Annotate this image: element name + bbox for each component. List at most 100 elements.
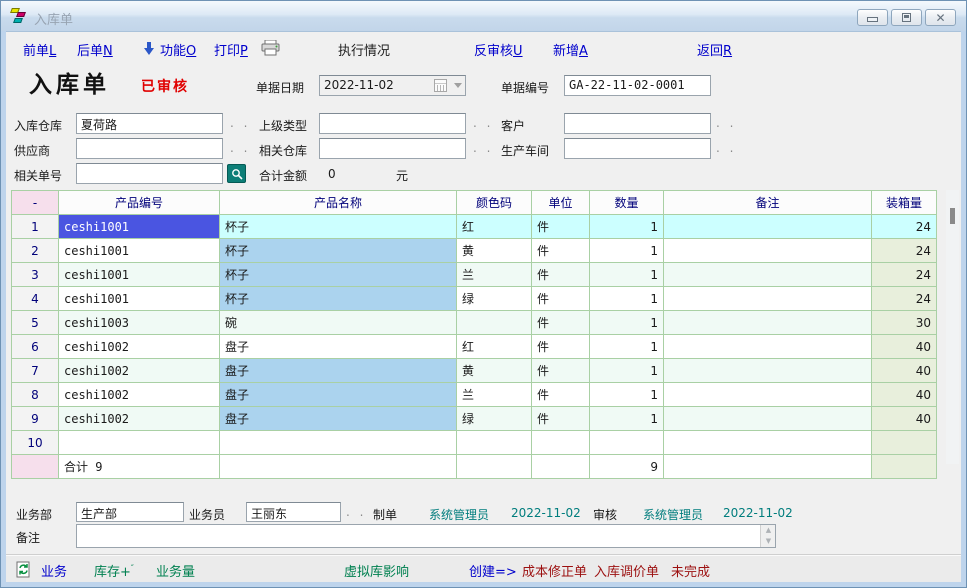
cell-qty[interactable]: 1 (590, 407, 664, 431)
cell-box[interactable]: 40 (872, 407, 937, 431)
cell-code[interactable]: ceshi1001 (59, 287, 220, 311)
new-button[interactable]: 新增A (553, 40, 588, 59)
warehouse-browse-dots[interactable]: . . (230, 116, 250, 130)
cell-color[interactable]: 兰 (457, 383, 532, 407)
cell-box[interactable] (872, 431, 937, 455)
col-header-index[interactable]: - (12, 191, 59, 215)
cell-box[interactable]: 40 (872, 359, 937, 383)
cell-code[interactable]: ceshi1003 (59, 311, 220, 335)
scrollbar-thumb[interactable] (950, 208, 955, 224)
cell-color[interactable]: 绿 (457, 407, 532, 431)
cell-name[interactable]: 盘子 (220, 335, 457, 359)
cell-name[interactable]: 碗 (220, 311, 457, 335)
close-button[interactable]: ✕ (925, 9, 956, 26)
note-field[interactable]: ▲▼ (76, 524, 776, 548)
cell-note[interactable] (664, 215, 872, 239)
cell-color[interactable] (457, 311, 532, 335)
col-header-note[interactable]: 备注 (664, 191, 872, 215)
parent-type-field[interactable] (319, 113, 466, 134)
cell-box[interactable]: 24 (872, 287, 937, 311)
stock-plus-button[interactable]: 库存+″ (94, 561, 134, 580)
functions-button[interactable]: 功能O (160, 40, 196, 59)
cell-unit[interactable]: 件 (532, 287, 590, 311)
cell-num[interactable]: 4 (12, 287, 59, 311)
virtual-stock-impact-button[interactable]: 虚拟库影响 (344, 561, 409, 580)
cell-name[interactable]: 盘子 (220, 359, 457, 383)
cell-note[interactable] (664, 335, 872, 359)
scroll-up-icon[interactable]: ▲ (761, 525, 776, 536)
cell-box[interactable]: 24 (872, 263, 937, 287)
cell-num[interactable]: 8 (12, 383, 59, 407)
cell-num[interactable]: 10 (12, 431, 59, 455)
col-header-product-name[interactable]: 产品名称 (220, 191, 457, 215)
cell-note[interactable] (664, 311, 872, 335)
cell-num[interactable]: 9 (12, 407, 59, 431)
cell-note[interactable] (664, 383, 872, 407)
cell-unit[interactable]: 件 (532, 359, 590, 383)
cell-qty[interactable]: 1 (590, 311, 664, 335)
cell-note[interactable] (664, 359, 872, 383)
cost-correction-doc-button[interactable]: 成本修正单 (522, 561, 587, 580)
cell-color[interactable]: 兰 (457, 263, 532, 287)
doc-refresh-icon[interactable] (16, 561, 31, 578)
cell-note[interactable] (664, 239, 872, 263)
cell-qty[interactable]: 1 (590, 239, 664, 263)
cell-code[interactable]: ceshi1001 (59, 263, 220, 287)
cell-note[interactable] (664, 287, 872, 311)
cell-qty[interactable]: 1 (590, 335, 664, 359)
cell-color[interactable]: 黄 (457, 359, 532, 383)
cell-num[interactable]: 2 (12, 239, 59, 263)
col-header-box-qty[interactable]: 装箱量 (872, 191, 937, 215)
cell-num[interactable]: 3 (12, 263, 59, 287)
cell-code[interactable]: ceshi1002 (59, 383, 220, 407)
workshop-browse-dots[interactable]: . . (716, 141, 736, 155)
cell-color[interactable]: 红 (457, 215, 532, 239)
doc-no-field[interactable]: GA-22-11-02-0001 (564, 75, 711, 96)
cell-note[interactable] (664, 407, 872, 431)
clerk-browse-dots[interactable]: . . (346, 505, 366, 519)
related-doc-field[interactable] (76, 163, 223, 184)
note-scrollbar[interactable]: ▲▼ (760, 525, 775, 547)
supplier-browse-dots[interactable]: . . (230, 141, 250, 155)
col-header-quantity[interactable]: 数量 (590, 191, 664, 215)
cell-name[interactable]: 盘子 (220, 383, 457, 407)
cell-unit[interactable]: 件 (532, 311, 590, 335)
cell-qty[interactable] (590, 431, 664, 455)
cell-num[interactable]: 5 (12, 311, 59, 335)
cell-unit[interactable]: 件 (532, 239, 590, 263)
restore-button[interactable] (891, 9, 922, 26)
parent-type-browse-dots[interactable]: . . (473, 116, 493, 130)
cell-color[interactable]: 红 (457, 335, 532, 359)
dept-field[interactable]: 生产部 (76, 502, 184, 522)
cell-unit[interactable]: 件 (532, 335, 590, 359)
printer-icon[interactable] (261, 40, 281, 56)
cell-name[interactable]: 盘子 (220, 407, 457, 431)
print-button[interactable]: 打印P (214, 40, 248, 59)
business-volume-button[interactable]: 业务量 (156, 561, 195, 580)
customer-browse-dots[interactable]: . . (716, 116, 736, 130)
workshop-field[interactable] (564, 138, 711, 159)
cell-note[interactable] (664, 263, 872, 287)
unaudit-button[interactable]: 反审核U (474, 40, 523, 59)
date-dropdown-icon[interactable] (454, 83, 462, 92)
related-warehouse-browse-dots[interactable]: . . (473, 141, 493, 155)
cell-qty[interactable]: 1 (590, 359, 664, 383)
cell-color[interactable] (457, 431, 532, 455)
minimize-button[interactable] (857, 9, 888, 26)
next-doc-button[interactable]: 后单N (77, 40, 113, 59)
customer-field[interactable] (564, 113, 711, 134)
cell-code[interactable]: ceshi1001 (59, 239, 220, 263)
col-header-product-code[interactable]: 产品编号 (59, 191, 220, 215)
cell-color[interactable]: 黄 (457, 239, 532, 263)
col-header-unit[interactable]: 单位 (532, 191, 590, 215)
cell-box[interactable]: 24 (872, 215, 937, 239)
cell-box[interactable]: 24 (872, 239, 937, 263)
clerk-field[interactable]: 王丽东 (246, 502, 341, 522)
lookup-button[interactable] (227, 164, 246, 183)
cell-qty[interactable]: 1 (590, 287, 664, 311)
cell-unit[interactable] (532, 431, 590, 455)
inbound-price-adjust-doc-button[interactable]: 入库调价单 (594, 561, 659, 580)
create-button[interactable]: 创建=> (469, 561, 517, 580)
cell-name[interactable]: 杯子 (220, 287, 457, 311)
cell-unit[interactable]: 件 (532, 263, 590, 287)
